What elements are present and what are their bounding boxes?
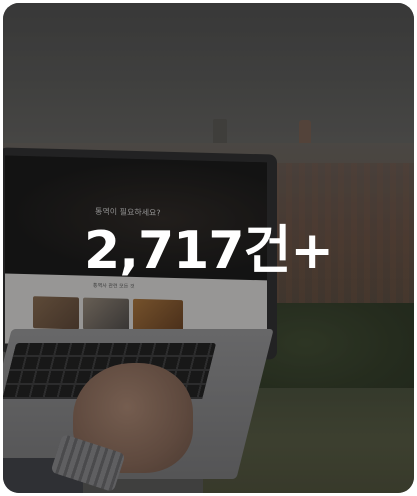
stat-card: 통역이 필요하세요? 통역사 관련 모든 것 2,717건+ (3, 3, 414, 493)
stat-count: 2,717건+ (84, 221, 334, 281)
